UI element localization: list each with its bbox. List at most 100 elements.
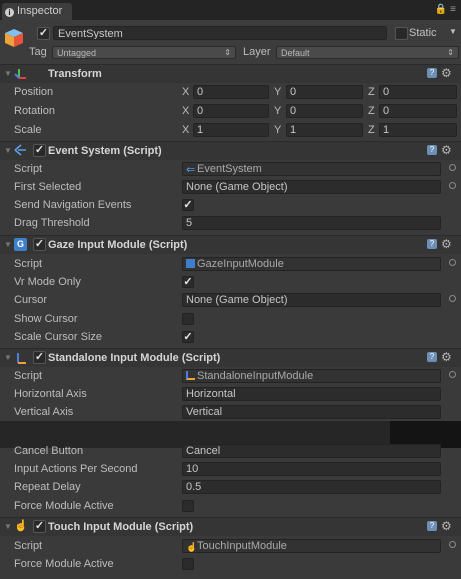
static-dropdown-icon[interactable]: ▼: [449, 27, 457, 36]
gaze-script-field[interactable]: GazeInputModule: [182, 257, 441, 271]
gear-icon[interactable]: ⚙: [441, 66, 452, 80]
position-y-field[interactable]: 0: [286, 85, 363, 99]
help-icon[interactable]: ?: [427, 239, 437, 249]
cancel-button-field[interactable]: Cancel: [182, 444, 441, 458]
axis-y-label: Y: [274, 105, 282, 117]
gear-icon[interactable]: ⚙: [441, 350, 452, 364]
vertical-axis-field[interactable]: Vertical: [182, 405, 441, 419]
transform-header[interactable]: ▼ Transform ? ⚙: [0, 64, 461, 83]
foldout-arrow-icon[interactable]: ▼: [4, 146, 12, 155]
rotation-y-field[interactable]: 0: [286, 104, 363, 118]
first-selected-label: First Selected: [14, 181, 82, 193]
tab-inspector[interactable]: i Inspector: [2, 3, 72, 20]
sa-script-field[interactable]: StandaloneInputModule: [182, 369, 441, 383]
tab-inspector-label: Inspector: [17, 5, 63, 17]
scale-label: Scale: [14, 124, 42, 136]
foldout-arrow-icon[interactable]: ▼: [4, 522, 12, 531]
gaze-enabled-checkbox[interactable]: ✓: [33, 238, 46, 251]
cursor-field[interactable]: None (Game Object): [182, 293, 441, 307]
script-icon: ⇐: [186, 164, 196, 176]
show-cursor-checkbox[interactable]: [182, 313, 194, 325]
sa-force-label: Force Module Active: [14, 500, 114, 512]
cancel-button-label: Cancel Button: [14, 445, 84, 457]
gear-icon[interactable]: ⚙: [441, 143, 452, 157]
standalone-title: Standalone Input Module (Script): [48, 352, 221, 364]
object-picker-icon[interactable]: [449, 295, 456, 302]
touch-enabled-checkbox[interactable]: ✓: [33, 520, 46, 533]
tag-dropdown[interactable]: Untagged ⇕: [52, 46, 236, 59]
scale-y-field[interactable]: 1: [286, 123, 363, 137]
rotation-x-field[interactable]: 0: [193, 104, 269, 118]
sa-script-row: Script StandaloneInputModule: [0, 367, 461, 386]
event-system-title: Event System (Script): [48, 145, 162, 157]
iaps-field[interactable]: 10: [182, 462, 441, 476]
help-icon[interactable]: ?: [427, 352, 437, 362]
cursor-row: Cursor None (Game Object): [0, 291, 461, 310]
send-nav-checkbox[interactable]: ✓: [182, 199, 194, 211]
menu-icon[interactable]: ≡: [450, 4, 456, 15]
scale-z-field[interactable]: 1: [379, 123, 457, 137]
axis-x-label: X: [182, 105, 190, 117]
layer-dropdown[interactable]: Default ⇕: [276, 46, 459, 59]
horizontal-axis-row: Horizontal Axis Horizontal: [0, 385, 461, 404]
touch-force-row: Force Module Active: [0, 555, 461, 574]
scale-cursor-label: Scale Cursor Size: [14, 331, 103, 343]
gear-icon[interactable]: ⚙: [441, 237, 452, 251]
sa-force-checkbox[interactable]: [182, 500, 194, 512]
tab-menu-icons[interactable]: 🔒 ≡: [435, 4, 456, 15]
touch-script-field[interactable]: ☝TouchInputModule: [182, 539, 441, 553]
object-picker-icon[interactable]: [449, 371, 456, 378]
axis-z-label: Z: [368, 105, 375, 117]
foldout-arrow-icon[interactable]: ▼: [4, 353, 12, 362]
axis-x-label: X: [182, 86, 190, 98]
first-selected-field[interactable]: None (Game Object): [182, 180, 441, 194]
es-script-field[interactable]: ⇐ EventSystem: [182, 162, 441, 176]
scale-x-field[interactable]: 1: [193, 123, 269, 137]
event-system-header[interactable]: ▼ ✓ Event System (Script) ? ⚙: [0, 141, 461, 160]
script-icon: [186, 259, 195, 268]
help-icon[interactable]: ?: [427, 145, 437, 155]
gear-icon[interactable]: ⚙: [441, 519, 452, 533]
rotation-z-field[interactable]: 0: [379, 104, 457, 118]
gaze-script-icon: G: [14, 238, 27, 251]
position-z-field[interactable]: 0: [379, 85, 457, 99]
repeat-delay-label: Repeat Delay: [14, 481, 81, 493]
horizontal-axis-field[interactable]: Horizontal: [182, 387, 441, 401]
event-system-icon: [14, 144, 26, 156]
object-active-checkbox[interactable]: ✓: [37, 27, 50, 40]
object-picker-icon[interactable]: [449, 164, 456, 171]
cancel-button-row: Cancel Button Cancel: [0, 442, 461, 461]
vr-mode-checkbox[interactable]: ✓: [182, 276, 194, 288]
standalone-header[interactable]: ▼ ✓ Standalone Input Module (Script) ? ⚙: [0, 348, 461, 367]
touch-force-checkbox[interactable]: [182, 558, 194, 570]
gaze-header[interactable]: ▼ G ✓ Gaze Input Module (Script) ? ⚙: [0, 235, 461, 254]
position-x-field[interactable]: 0: [193, 85, 269, 99]
event-system-enabled-checkbox[interactable]: ✓: [33, 144, 46, 157]
transform-position-row: Position X 0 Y 0 Z 0: [0, 83, 461, 102]
touch-header[interactable]: ▼ ☝ ✓ Touch Input Module (Script) ? ⚙: [0, 517, 461, 536]
foldout-arrow-icon[interactable]: ▼: [4, 69, 12, 78]
object-picker-icon[interactable]: [449, 259, 456, 266]
object-picker-icon[interactable]: [449, 182, 456, 189]
script-label: Script: [14, 163, 43, 175]
lock-icon[interactable]: 🔒: [435, 4, 447, 15]
vertical-axis-label: Vertical Axis: [14, 406, 74, 418]
repeat-delay-field[interactable]: 0.5: [182, 480, 441, 494]
help-icon[interactable]: ?: [427, 68, 437, 78]
rotation-label: Rotation: [14, 105, 55, 117]
scale-cursor-checkbox[interactable]: ✓: [182, 331, 194, 343]
help-icon[interactable]: ?: [427, 521, 437, 531]
hand-icon: ☝: [186, 542, 198, 552]
foldout-arrow-icon[interactable]: ▼: [4, 240, 12, 249]
axis-x-label: X: [182, 124, 190, 136]
drag-threshold-field[interactable]: 5: [182, 216, 441, 230]
vertical-axis-row: Vertical Axis Vertical: [0, 403, 461, 422]
show-cursor-label: Show Cursor: [14, 313, 78, 325]
object-picker-icon[interactable]: [449, 541, 456, 548]
object-name-input[interactable]: EventSystem: [53, 26, 387, 40]
standalone-enabled-checkbox[interactable]: ✓: [33, 351, 46, 364]
static-checkbox[interactable]: [395, 27, 408, 40]
tag-label: Tag: [29, 46, 47, 58]
touch-script-value: TouchInputModule: [197, 540, 287, 552]
script-label: Script: [14, 540, 43, 552]
